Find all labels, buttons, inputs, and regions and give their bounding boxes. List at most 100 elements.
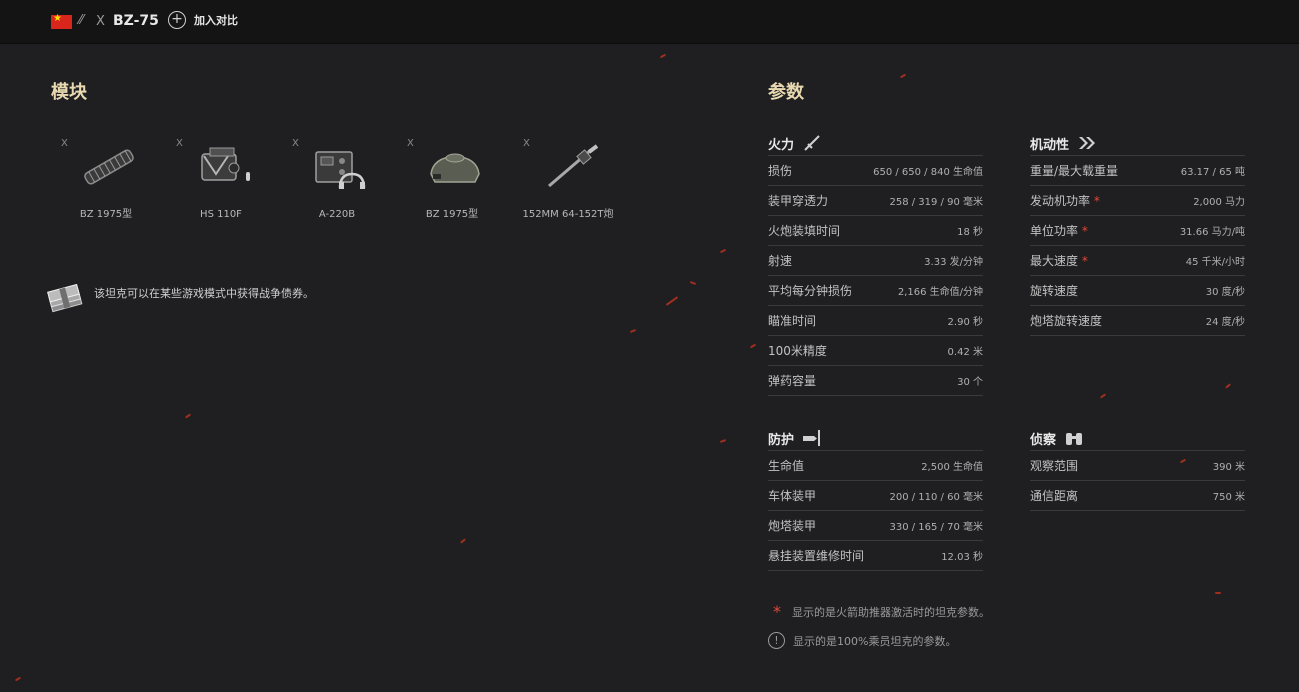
param-row: 生命值 2,500 生命值	[768, 451, 983, 481]
param-value: 650 / 650 / 840 生命值	[873, 167, 983, 178]
param-label: 车体装甲	[768, 489, 817, 503]
param-label: 瞄准时间	[768, 314, 817, 328]
asterisk-icon: *	[773, 602, 781, 621]
firepower-title: 火力	[768, 137, 795, 153]
param-row: 最大速度 * 45 千米/小时	[1030, 246, 1245, 276]
plus-circle-icon: +	[168, 11, 186, 29]
param-value: 258 / 319 / 90 毫米	[889, 197, 983, 208]
param-value: 12.03 秒	[941, 552, 983, 563]
param-value: 2.90 秒	[947, 317, 983, 328]
param-row: 悬挂装置维修时间 12.03 秒	[768, 541, 983, 571]
param-value: 3.33 发/分钟	[924, 257, 983, 268]
module-name: HS 110F	[200, 209, 242, 220]
params-title: 参数	[768, 82, 804, 103]
param-label: 平均每分钟损伤	[768, 284, 853, 298]
war-bonds-icon	[47, 284, 83, 313]
param-value: 390 米	[1212, 462, 1245, 473]
param-row: 观察范围 390 米	[1030, 451, 1245, 481]
param-label: 损伤	[768, 164, 793, 178]
param-row: 重量/最大载重量 63.17 / 65 吨	[1030, 156, 1245, 186]
param-label: 射速	[768, 254, 793, 268]
firepower-header: 火力	[768, 131, 983, 156]
top-bar: ★ ⁄⁄ X BZ-75 + 加入对比	[0, 0, 1299, 44]
crew-note-text: 显示的是100%乘员坦克的参数。	[793, 634, 957, 648]
mobility-group: 机动性 重量/最大载重量 63.17 / 65 吨 发动机功率 * 2,000 马…	[1030, 131, 1245, 336]
engine-icon	[201, 147, 250, 181]
module-tier: X	[523, 138, 530, 149]
param-label: 重量/最大载重量	[1030, 164, 1119, 178]
binoculars-icon	[1066, 433, 1083, 445]
protection-title: 防护	[768, 432, 795, 448]
module-name: BZ 1975型	[425, 209, 479, 220]
param-label: 旋转速度	[1030, 284, 1079, 298]
module-tier: X	[407, 138, 414, 149]
module-tier: X	[292, 138, 299, 149]
protection-header: 防护	[768, 426, 983, 451]
param-row: 通信距离 750 米	[1030, 481, 1245, 511]
param-value: 200 / 110 / 60 毫米	[889, 492, 983, 503]
param-row: 单位功率 * 31.66 马力/吨	[1030, 216, 1245, 246]
param-row: 100米精度 0.42 米	[768, 336, 983, 366]
tracks-icon	[84, 149, 134, 185]
param-value: 30 度/秒	[1205, 287, 1245, 298]
param-value: 24 度/秒	[1205, 317, 1245, 328]
param-label: 发动机功率 *	[1030, 194, 1100, 208]
param-value: 2,166 生命值/分钟	[897, 287, 983, 298]
firepower-group: 火力 损伤 650 / 650 / 840 生命值 装甲穿透力 258 / 319 …	[768, 131, 983, 396]
crew-note: ! 显示的是100%乘员坦克的参数。	[768, 632, 956, 649]
param-label: 观察范围	[1030, 459, 1079, 473]
spotting-header: 侦察	[1030, 426, 1245, 451]
param-label: 装甲穿透力	[768, 194, 829, 208]
gun-barrel-icon	[804, 135, 820, 151]
gun-icon	[548, 144, 599, 188]
param-row: 炮塔装甲 330 / 165 / 70 毫米	[768, 511, 983, 541]
module-name: A-220B	[318, 209, 356, 220]
param-row: 射速 3.33 发/分钟	[768, 246, 983, 276]
param-value: 330 / 165 / 70 毫米	[889, 522, 983, 533]
param-value: 18 秒	[957, 227, 983, 238]
spotting-title: 侦察	[1030, 432, 1057, 448]
param-value: 2,500 生命值	[921, 462, 983, 473]
param-row: 火炮装填时间 18 秒	[768, 216, 983, 246]
booster-note: * 显示的是火箭助推器激活时的坦克参数。	[768, 602, 990, 621]
param-label: 悬挂装置维修时间	[768, 549, 865, 563]
param-label: 生命值	[768, 459, 805, 473]
module-tier: X	[61, 138, 68, 149]
param-value: 30 个	[957, 377, 983, 388]
add-compare-button[interactable]: + 加入对比	[168, 11, 238, 29]
param-label: 炮塔装甲	[768, 519, 817, 533]
param-value: 45 千米/小时	[1185, 257, 1245, 268]
param-label: 弹药容量	[768, 374, 817, 388]
param-row: 发动机功率 * 2,000 马力	[1030, 186, 1245, 216]
param-value: 0.42 米	[947, 347, 983, 358]
param-row: 车体装甲 200 / 110 / 60 毫米	[768, 481, 983, 511]
protection-group: 防护 生命值 2,500 生命值 车体装甲 200 / 110 / 60 毫米 炮塔…	[768, 426, 983, 571]
double-chevron-icon	[1079, 137, 1096, 149]
spotting-group: 侦察 观察范围 390 米 通信距离 750 米	[1030, 426, 1245, 511]
param-row: 弹药容量 30 个	[768, 366, 983, 396]
param-label: 炮塔旋转速度	[1030, 314, 1103, 328]
param-row: 平均每分钟损伤 2,166 生命值/分钟	[768, 276, 983, 306]
param-row: 装甲穿透力 258 / 319 / 90 毫米	[768, 186, 983, 216]
param-value: 31.66 马力/吨	[1179, 227, 1245, 238]
add-compare-label: 加入对比	[194, 14, 238, 27]
turret-icon	[430, 153, 480, 183]
info-icon: !	[768, 632, 785, 649]
tank-name: BZ-75	[113, 13, 159, 29]
param-label: 通信距离	[1030, 489, 1079, 503]
param-label: 最大速度 *	[1030, 254, 1088, 268]
china-flag-icon: ★	[51, 13, 72, 29]
mobility-title: 机动性	[1030, 137, 1070, 153]
booster-note-text: 显示的是火箭助推器激活时的坦克参数。	[792, 605, 990, 619]
mobility-header: 机动性	[1030, 131, 1245, 156]
param-row: 损伤 650 / 650 / 840 生命值	[768, 156, 983, 186]
param-label: 单位功率 *	[1030, 224, 1088, 238]
module-name: BZ 1975型	[79, 209, 133, 220]
param-row: 瞄准时间 2.90 秒	[768, 306, 983, 336]
heavy-tank-class-icon: ⁄⁄	[79, 13, 84, 28]
param-value: 750 米	[1212, 492, 1245, 503]
param-row: 旋转速度 30 度/秒	[1030, 276, 1245, 306]
war-bonds-text: 该坦克可以在某些游戏模式中获得战争债券。	[94, 287, 314, 300]
armor-shell-icon	[803, 430, 821, 446]
tank-tier: X	[96, 14, 105, 29]
